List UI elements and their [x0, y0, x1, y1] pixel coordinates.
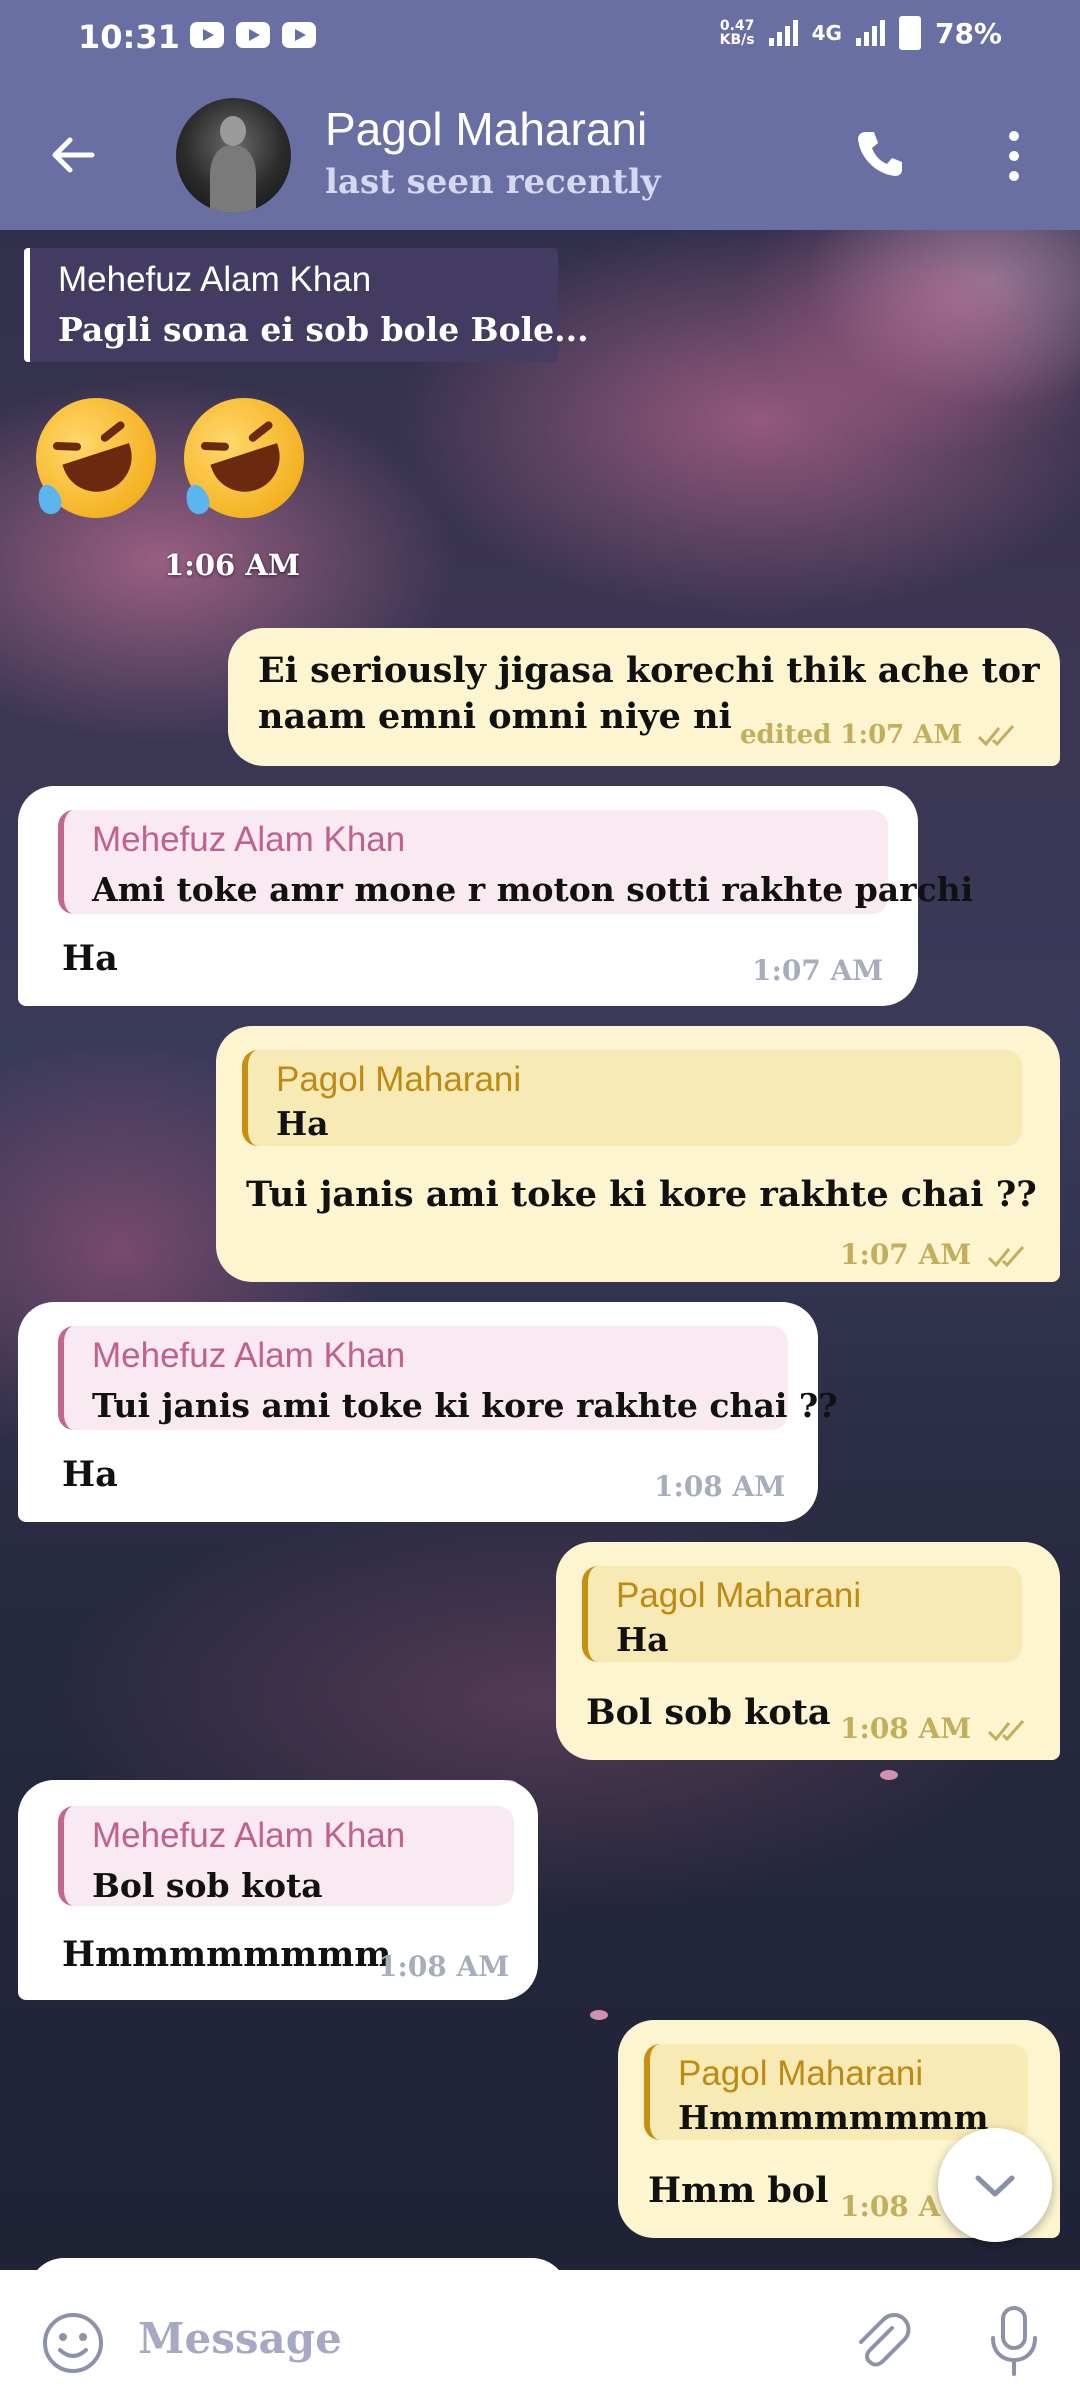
quoted-sender: Mehefuz Alam Khan	[58, 260, 372, 299]
message-text: naam emni omni niye ni	[258, 696, 732, 737]
double-check-icon	[978, 725, 1015, 747]
reply-sender: Pagol Maharani	[276, 1060, 522, 1099]
rofl-emoji-icon	[168, 382, 320, 534]
message-meta: 1:07 AM	[840, 1238, 1031, 1271]
rofl-emoji-icon	[20, 382, 172, 534]
outgoing-message[interactable]: Pagol Maharani Ha Tui janis ami toke ki …	[216, 1026, 1060, 1282]
contact-name[interactable]: Pagol Maharani	[325, 102, 647, 156]
attach-icon[interactable]	[848, 2308, 914, 2374]
reply-sender: Mehefuz Alam Khan	[92, 1816, 406, 1855]
emoji-icon[interactable]	[40, 2310, 106, 2376]
message-time: 1:08 A	[840, 2190, 941, 2223]
message-text: Tui janis ami toke ki kore rakhte chai ?…	[246, 1174, 1037, 1215]
chat-header: Pagol Maharani last seen recently	[0, 78, 1080, 230]
mic-icon[interactable]	[984, 2304, 1044, 2378]
message-time: 1:06 AM	[164, 548, 300, 582]
outgoing-message[interactable]: Pagol Maharani Ha Bol sob kota 1:08 AM	[556, 1542, 1060, 1760]
signal-icon	[768, 20, 798, 46]
notification-icons	[190, 22, 316, 48]
incoming-message[interactable]: Mehefuz Alam Khan Bol sob kota Hmmmmmmmm…	[18, 1780, 538, 2000]
battery-level: 78%	[934, 16, 1002, 50]
scroll-down-button[interactable]	[938, 2128, 1052, 2242]
quoted-text: Pagli sona ei sob bole Bole...	[58, 310, 589, 349]
incoming-message[interactable]: Mehefuz Alam Khan Ami toke amr mone r mo…	[18, 786, 973, 1006]
signal-icon	[855, 20, 885, 46]
reply-sender: Pagol Maharani	[616, 1576, 862, 1615]
status-indicators: 0.47 KB/s 4G 78%	[720, 16, 1002, 50]
status-bar: 10:31 0.47 KB/s 4G 78%	[0, 0, 1080, 78]
reply-preview[interactable]: Pagol Maharani Hmmmmmmmm	[644, 2044, 1028, 2140]
message-time: 1:08 AM	[654, 1470, 786, 1503]
reply-preview[interactable]: Pagol Maharani Ha	[242, 1050, 1022, 1146]
outgoing-message[interactable]: Ei seriously jigasa korechi thik ache to…	[228, 628, 1060, 766]
status-time: 10:31	[78, 18, 180, 56]
message-text: Hmmmmmmmm	[62, 1934, 392, 1975]
reply-text: Ha	[616, 1620, 669, 1659]
message-time: 1:07 AM	[752, 954, 884, 987]
double-check-icon	[987, 1245, 1025, 1267]
petal-decoration	[590, 2010, 608, 2020]
youtube-icon	[282, 22, 316, 48]
message-meta: 1:08 AM	[840, 1712, 1031, 1745]
back-arrow-icon[interactable]	[48, 130, 98, 180]
reply-text: Ami toke amr mone r moton sotti rakhte p…	[92, 870, 974, 909]
network-speed: 0.47 KB/s	[719, 18, 755, 48]
reply-sender: Mehefuz Alam Khan	[92, 1336, 406, 1375]
more-vertical-icon[interactable]	[1000, 128, 1028, 184]
message-text: Ha	[62, 938, 118, 979]
reply-preview[interactable]: Mehefuz Alam Khan Ami toke amr mone r mo…	[58, 810, 973, 914]
message-text: Bol sob kota	[586, 1692, 831, 1733]
message-text: Ha	[62, 1454, 118, 1495]
last-seen-status: last seen recently	[325, 162, 661, 202]
chevron-down-icon	[975, 2175, 1015, 2197]
message-composer: Message	[0, 2270, 1080, 2408]
reply-sender: Mehefuz Alam Khan	[92, 820, 406, 859]
network-type: 4G	[811, 21, 842, 45]
reply-text: Ha	[276, 1104, 329, 1143]
message-text: Ei seriously jigasa korechi thik ache to…	[258, 650, 1040, 691]
battery-icon	[898, 16, 921, 50]
avatar[interactable]	[176, 98, 291, 213]
reply-sender: Pagol Maharani	[678, 2054, 924, 2093]
reply-preview[interactable]: Mehefuz Alam Khan Bol sob kota	[58, 1806, 514, 1906]
message-input[interactable]: Message	[138, 2314, 342, 2363]
petal-decoration	[880, 1770, 898, 1780]
phone-icon[interactable]	[852, 126, 908, 182]
reply-preview[interactable]: Mehefuz Alam Khan Tui janis ami toke ki …	[58, 1326, 838, 1430]
reply-text: Tui janis ami toke ki kore rakhte chai ?…	[92, 1386, 838, 1425]
reply-text: Bol sob kota	[92, 1866, 323, 1905]
youtube-icon	[190, 22, 224, 48]
quoted-message[interactable]: Mehefuz Alam Khan Pagli sona ei sob bole…	[24, 248, 589, 362]
incoming-message[interactable]: Mehefuz Alam Khan Tui janis ami toke ki …	[18, 1302, 838, 1522]
emoji-message[interactable]	[20, 382, 320, 534]
reply-preview[interactable]: Pagol Maharani Ha	[582, 1566, 1022, 1662]
message-meta: edited 1:07 AM	[740, 720, 1021, 750]
double-check-icon	[987, 1719, 1025, 1741]
youtube-icon	[236, 22, 270, 48]
message-text: Hmm bol	[648, 2170, 829, 2211]
message-time: 1:08 AM	[378, 1950, 510, 1983]
